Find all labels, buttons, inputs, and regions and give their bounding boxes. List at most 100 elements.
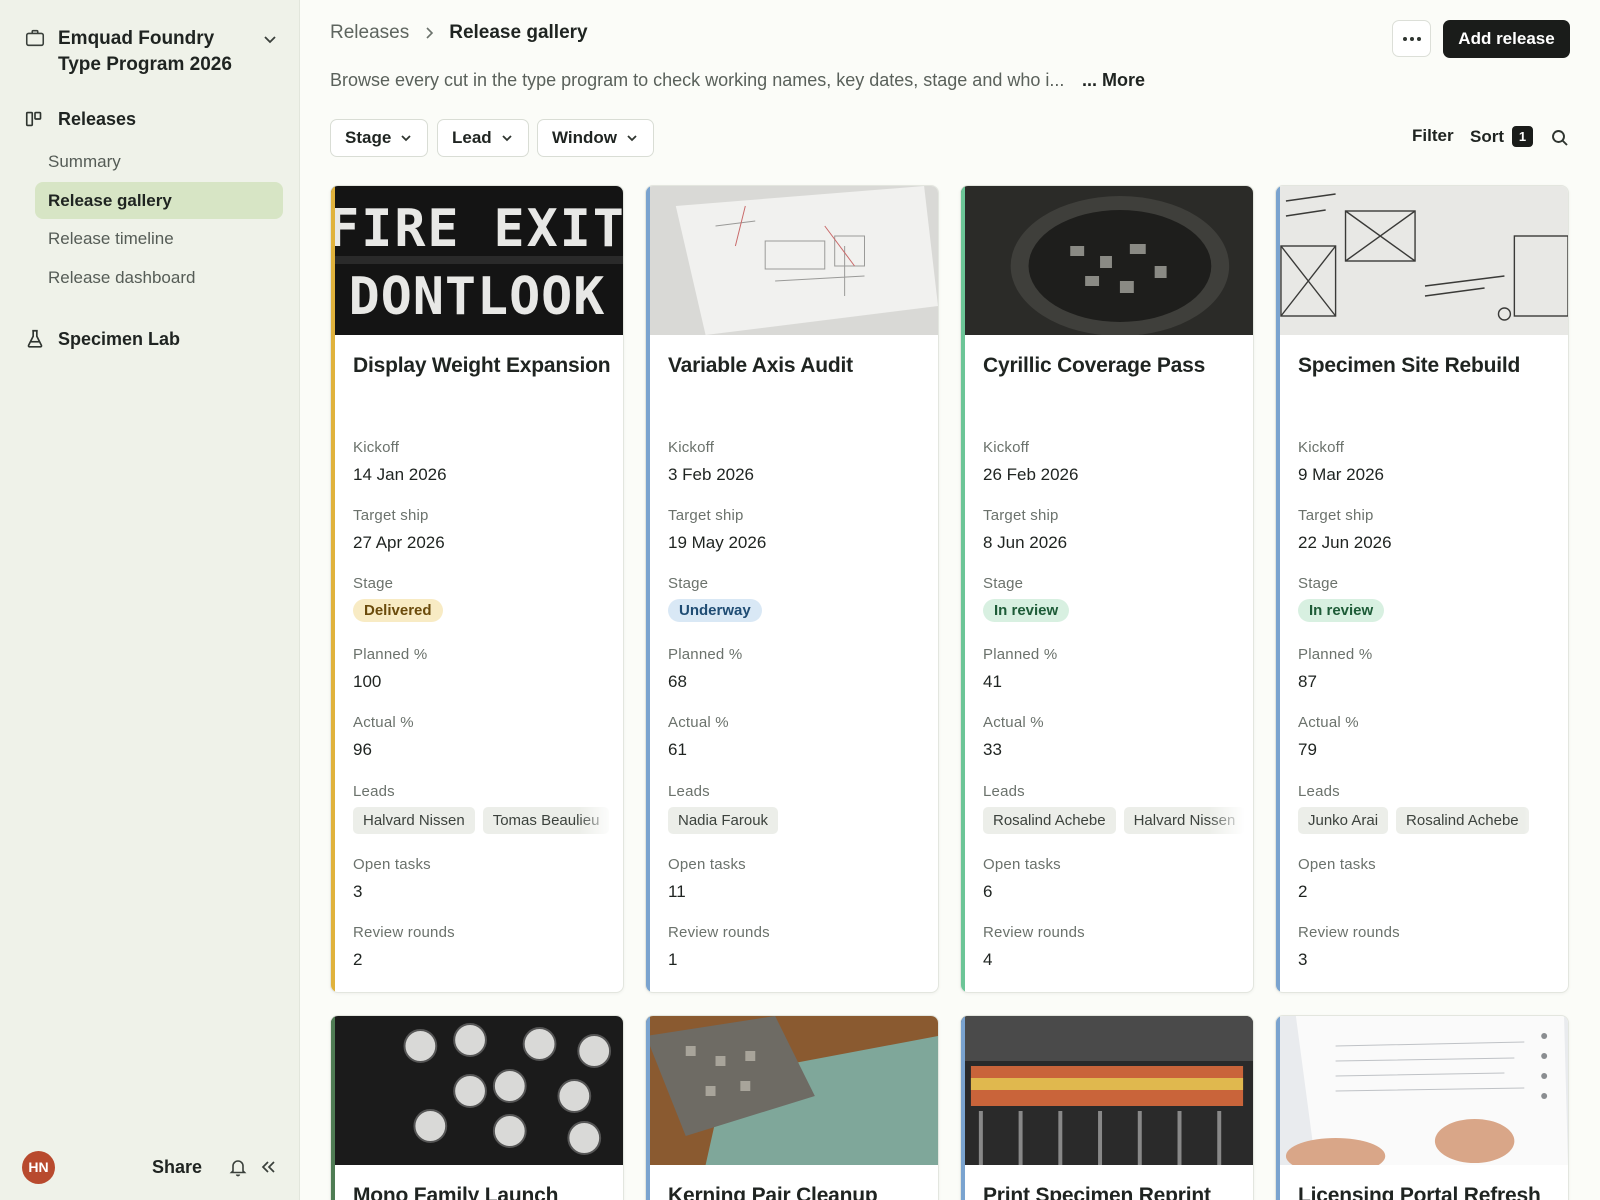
field-label: Kickoff [983,439,1030,456]
target-field: Target ship 27 Apr 2026 [353,507,613,553]
card-title: Mono Family Launch [353,1184,559,1200]
more-options-button[interactable] [1392,20,1431,57]
field-label: Target ship [668,507,744,524]
sidebar-item-summary[interactable]: Summary [35,143,283,180]
sketch-paper-photo [646,186,938,335]
release-card[interactable]: Mono Family Launch [330,1015,624,1200]
field-value: 3 [1298,950,1308,969]
card-accent [1276,186,1280,992]
card-accent [331,186,335,992]
filter-chip-lead[interactable]: Lead [437,119,529,157]
field-value: 87 [1298,672,1317,691]
page-title: Release gallery [449,22,588,43]
lead-chip[interactable]: Rosalind Achebe [983,807,1116,834]
sidebar: Emquad Foundry Type Program 2026 Release… [0,0,300,1200]
card-cover [1276,186,1568,335]
stage-field: Stage Underway [668,575,928,622]
collapse-sidebar-icon[interactable] [258,1157,278,1177]
field-value: 19 May 2026 [668,533,767,552]
card-cover: FIRE EXIT DONTLOOK [331,186,623,335]
chevron-down-icon[interactable] [260,29,280,49]
leads-list: Junko Arai Rosalind Achebe [1298,807,1560,834]
workspace-switcher[interactable]: Emquad Foundry Type Program 2026 [24,26,280,78]
release-card[interactable]: Variable Axis Audit Kickoff 3 Feb 2026 Ta… [645,185,939,993]
field-value: 61 [668,740,687,759]
nav-section-releases[interactable]: Releases [24,108,136,130]
field-label: Target ship [353,507,429,524]
lead-chip[interactable]: Tomas Beaulieu [482,807,610,834]
field-label: Review rounds [983,924,1085,941]
field-label: Planned % [353,646,428,663]
card-title: Variable Axis Audit [668,354,853,377]
open-tasks-field: Open tasks 11 [668,856,928,902]
field-value: 33 [983,740,1002,759]
actual-field: Actual % 96 [353,714,613,760]
release-card[interactable]: Kerning Pair Cleanup [645,1015,939,1200]
field-label: Target ship [983,507,1059,524]
breadcrumb-parent[interactable]: Releases [330,22,409,44]
release-card[interactable]: Licensing Portal Refresh [1275,1015,1569,1200]
card-accent [331,1016,335,1200]
sort-label: Sort [1470,126,1504,146]
field-label: Leads [353,783,395,800]
sidebar-item-release-dashboard[interactable]: Release dashboard [35,259,283,296]
field-label: Leads [983,783,1025,800]
field-label: Open tasks [668,856,746,873]
field-label: Stage [1298,575,1339,592]
release-card[interactable]: Cyrillic Coverage Pass Kickoff 26 Feb 202… [960,185,1254,993]
field-label: Open tasks [353,856,431,873]
review-rounds-field: Review rounds 2 [353,924,613,970]
planned-field: Planned % 68 [668,646,928,692]
open-tasks-field: Open tasks 3 [353,856,613,902]
lead-chip[interactable]: Junko Arai [1298,807,1389,834]
field-value: 3 Feb 2026 [668,465,755,484]
leads-field: Leads Nadia Farouk [668,783,928,834]
description-more-link[interactable]: ... More [1082,70,1145,91]
field-label: Actual % [668,714,729,731]
lead-chip[interactable]: Nadia Farouk [668,807,779,834]
nav-section-specimen-lab[interactable]: Specimen Lab [24,328,180,350]
field-value: 68 [668,672,687,691]
card-title: Print Specimen Reprint [983,1184,1211,1200]
card-accent [961,1016,965,1200]
filter-chip-window[interactable]: Window [537,119,654,157]
bell-icon[interactable] [228,1157,248,1177]
lead-chip[interactable]: Rosalind Achebe [1396,807,1529,834]
sidebar-item-release-gallery[interactable]: Release gallery [35,182,283,219]
review-rounds-field: Review rounds 1 [668,924,928,970]
field-value: 3 [353,882,363,901]
sort-button[interactable]: Sort 1 [1470,126,1533,147]
field-label: Stage [983,575,1024,592]
filter-button[interactable]: Filter [1412,126,1454,146]
card-accent [646,1016,650,1200]
release-card[interactable]: FIRE EXIT DONTLOOK Display Weight Expans… [330,185,624,993]
leads-field: Leads Halvard Nissen Tomas Beaulieu [353,783,613,834]
filter-label: Filter [1412,126,1454,145]
field-value: 100 [353,672,382,691]
add-release-button[interactable]: Add release [1443,20,1570,58]
metal-type-bowl-photo [961,186,1253,335]
avatar[interactable]: HN [22,1150,55,1184]
sidebar-item-label: Release dashboard [48,267,196,287]
kickoff-field: Kickoff 9 Mar 2026 [1298,439,1558,485]
target-field: Target ship 19 May 2026 [668,507,928,553]
search-icon[interactable] [1550,128,1570,148]
printing-press-photo [961,1016,1253,1165]
filter-chip-stage[interactable]: Stage [330,119,429,157]
nav-section-label: Specimen Lab [58,328,181,349]
release-card[interactable]: Specimen Site Rebuild Kickoff 9 Mar 2026 … [1275,185,1569,993]
field-label: Kickoff [1298,439,1345,456]
card-accent [961,186,965,992]
lead-chip[interactable]: Halvard Nissen [1123,807,1245,834]
fire-exit-sign-photo: FIRE EXIT DONTLOOK [331,186,623,335]
field-label: Actual % [353,714,414,731]
field-label: Open tasks [1298,856,1376,873]
planned-field: Planned % 100 [353,646,613,692]
chevron-down-icon [627,135,637,142]
lead-chip[interactable]: Halvard Nissen [353,807,475,834]
card-title: Kerning Pair Cleanup [668,1184,878,1200]
share-button[interactable]: Share [152,1157,202,1178]
chevron-down-icon [502,135,512,142]
sidebar-item-release-timeline[interactable]: Release timeline [35,220,283,257]
release-card[interactable]: Print Specimen Reprint [960,1015,1254,1200]
